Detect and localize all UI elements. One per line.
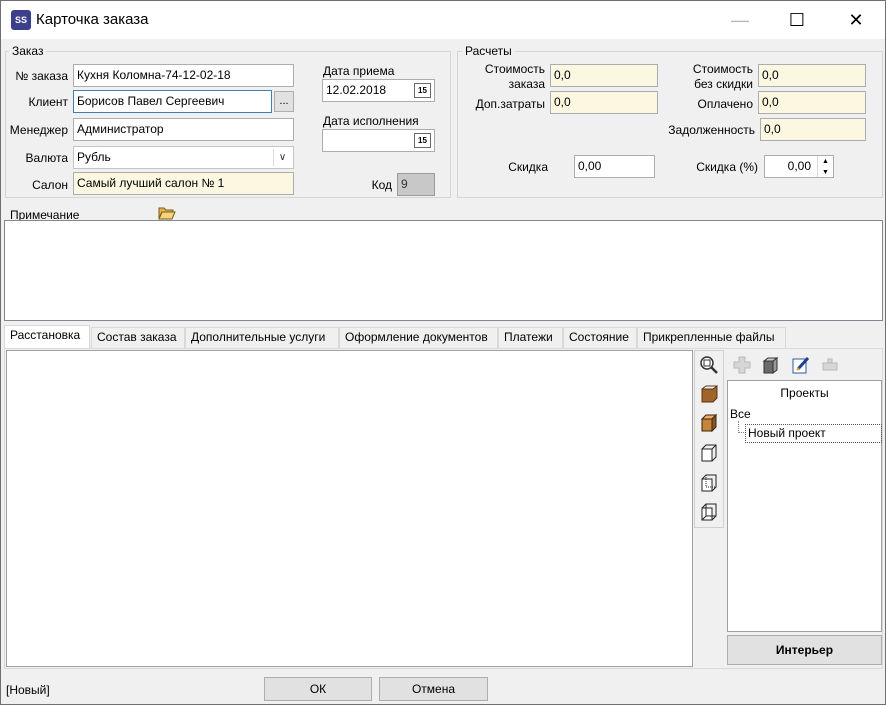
cost-nodisc-field: 0,0 — [758, 64, 866, 87]
order-group-label: Заказ — [9, 44, 47, 58]
tab-status[interactable]: Состояние — [563, 327, 637, 348]
tab-documents[interactable]: Оформление документов — [339, 327, 498, 348]
tree-root[interactable]: Все — [730, 407, 751, 421]
code-field: 9 — [397, 173, 435, 196]
ok-button[interactable]: ОК — [264, 677, 372, 701]
solid-view-icon[interactable] — [699, 384, 719, 404]
client-browse-button[interactable]: ... — [274, 91, 294, 112]
discount-pct-value: 0,00 — [787, 159, 811, 173]
manager-field[interactable]: Администратор — [73, 118, 294, 141]
projects-tree: Проекты Все Новый проект — [727, 380, 882, 632]
paid-label: Оплачено — [697, 97, 753, 111]
client-field[interactable]: Борисов Павел Сергеевич — [73, 90, 272, 113]
add-project-icon[interactable] — [732, 355, 752, 375]
cost-field: 0,0 — [550, 64, 658, 87]
salon-field: Самый лучший салон № 1 — [73, 172, 294, 195]
interior-button[interactable]: Интерьер — [727, 635, 882, 665]
spin-up-icon[interactable]: ▲ — [818, 156, 833, 167]
dashed-view-icon[interactable] — [699, 473, 719, 493]
app-icon: SS — [11, 10, 31, 30]
cost-nodisc-label: Стоимость без скидки — [666, 62, 753, 92]
date-received-label: Дата приема — [323, 64, 395, 78]
discount-label: Скидка — [508, 160, 548, 174]
order-card-window: SS Карточка заказа — ☐ ✕ Заказ № заказа … — [0, 0, 886, 705]
close-button[interactable]: ✕ — [833, 1, 879, 39]
discount-pct-label: Скидка (%) — [696, 160, 758, 174]
calculations-group-label: Расчеты — [462, 44, 515, 58]
spin-down-icon[interactable]: ▼ — [818, 167, 833, 177]
code-label: Код — [371, 178, 392, 192]
order-no-field[interactable]: Кухня Коломна-74-12-02-18 — [73, 64, 294, 87]
window-title: Карточка заказа — [36, 11, 149, 28]
tab-payments[interactable]: Платежи — [498, 327, 563, 348]
manager-label: Менеджер — [9, 123, 68, 137]
client-label: Клиент — [28, 95, 69, 109]
title-bar: SS Карточка заказа — ☐ ✕ — [1, 1, 885, 39]
tab-additional-services[interactable]: Дополнительные услуги — [185, 327, 339, 348]
cost-nodisc-label-line2: без скидки — [694, 77, 753, 91]
tab-attached-files[interactable]: Прикрепленные файлы — [637, 327, 786, 348]
chevron-down-icon[interactable]: ∨ — [273, 149, 291, 166]
copy-project-icon[interactable] — [761, 355, 781, 375]
textured-view-icon[interactable] — [699, 413, 719, 433]
cost-label-line1: Стоимость — [484, 62, 545, 76]
debt-label: Задолженность — [668, 123, 755, 137]
cost-label: Стоимость заказа — [461, 62, 545, 92]
calendar-icon[interactable]: 15 — [414, 133, 431, 148]
cost-nodisc-label-line1: Стоимость — [692, 62, 753, 76]
note-textarea[interactable] — [4, 220, 883, 321]
cancel-button[interactable]: Отмена — [379, 677, 488, 701]
order-no-label: № заказа — [15, 69, 68, 83]
currency-select[interactable]: Рубль ∨ — [73, 146, 294, 169]
zoom-icon[interactable] — [699, 355, 719, 375]
delete-project-icon[interactable] — [820, 355, 840, 375]
date-done-label: Дата исполнения — [323, 114, 419, 128]
open-folder-icon[interactable] — [158, 206, 176, 220]
status-text: [Новый] — [6, 683, 50, 697]
date-received-value: 12.02.2018 — [326, 83, 387, 97]
cost-label-line2: заказа — [508, 77, 545, 91]
minimize-button[interactable]: — — [717, 1, 763, 39]
edit-project-icon[interactable] — [791, 355, 811, 375]
discount-pct-spinner[interactable]: ▲ ▼ — [817, 156, 833, 177]
currency-label: Валюта — [25, 151, 68, 165]
wireframe-view-icon[interactable] — [699, 443, 719, 463]
projects-header: Проекты — [780, 386, 829, 400]
debt-field: 0,0 — [760, 118, 866, 141]
tab-order-content[interactable]: Состав заказа — [91, 327, 185, 348]
calendar-icon[interactable]: 15 — [414, 83, 431, 98]
discount-pct-field[interactable]: 0,00 ▲ ▼ — [764, 155, 834, 178]
tab-arrangement[interactable]: Расстановка — [4, 325, 90, 349]
arrangement-canvas[interactable] — [6, 350, 693, 667]
tree-item-new-project[interactable]: Новый проект — [745, 424, 882, 443]
xray-view-icon[interactable] — [699, 502, 719, 522]
discount-field[interactable]: 0,00 — [574, 155, 655, 178]
currency-value: Рубль — [77, 150, 111, 164]
extra-costs-field: 0,0 — [550, 91, 658, 114]
paid-field: 0,0 — [758, 91, 866, 114]
tree-connector — [738, 421, 744, 433]
extra-costs-label: Доп.затраты — [475, 97, 545, 111]
maximize-button[interactable]: ☐ — [774, 1, 820, 39]
salon-label: Салон — [32, 178, 68, 192]
